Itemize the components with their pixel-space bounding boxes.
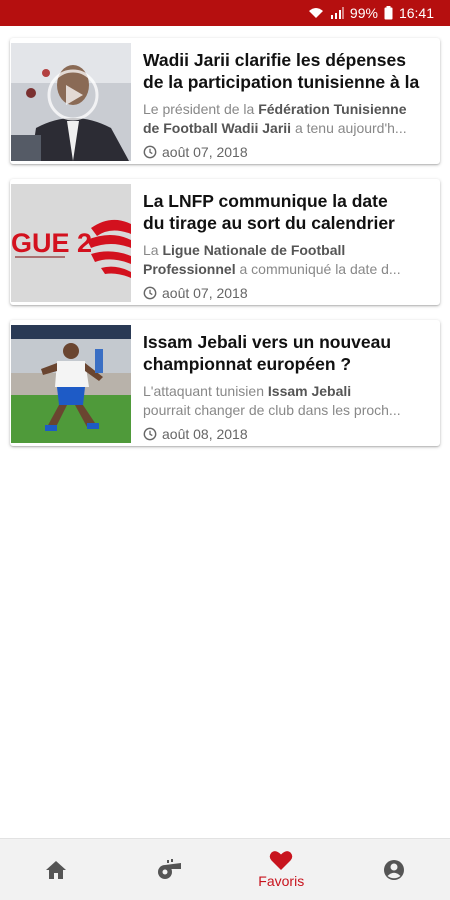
excerpt-highlight: Fédération Tunisienne [258,101,407,117]
date-text: août 07, 2018 [162,285,248,300]
article-card[interactable]: Issam Jebali vers un nouveau championnat… [10,320,440,446]
article-excerpt: Le président de la Fédération Tunisienne… [143,100,432,138]
article-title-line: Wadii Jarii clarifie les dépenses [143,50,406,70]
article-thumbnail: GUE 2 [11,184,131,302]
battery-percent: 99% [349,5,378,21]
excerpt-text: pourrait changer de club dans les proch.… [143,402,401,418]
clock-icon [143,286,157,300]
excerpt-highlight: Ligue Nationale de Football [162,242,346,258]
home-icon [46,860,67,879]
bottom-navigation: Favoris [0,838,450,900]
article-date: août 08, 2018 [143,426,432,441]
article-feed: Wadii Jarii clarifie les dépenses de la … [10,38,440,461]
excerpt-text: La [143,242,163,258]
article-title: Wadii Jarii clarifie les dépenses de la … [143,49,432,93]
article-title-line: du tirage au sort du calendrier [143,213,395,233]
article-title-line: Issam Jebali vers un nouveau [143,332,392,352]
date-text: août 08, 2018 [162,426,248,441]
nav-home[interactable] [0,839,113,900]
wifi-icon [308,7,324,19]
article-title-line: La LNFP communique la date [143,191,388,211]
article-thumbnail [11,325,131,443]
article-title-line: championnat européen ? [143,354,352,374]
excerpt-text: L'attaquant tunisien [143,383,268,399]
article-title-line: de la participation tunisienne à la [143,72,420,92]
nav-account[interactable] [338,839,450,900]
status-time: 16:41 [398,5,434,21]
nav-favorites-label: Favoris [258,873,305,889]
account-icon [383,859,404,880]
article-date: août 07, 2018 [143,144,432,159]
signal-icon [330,7,344,19]
excerpt-highlight: de Football Wadii Jarii [143,120,292,136]
whistle-icon [157,858,181,879]
article-excerpt: L'attaquant tunisien Issam Jebali pourra… [143,382,432,420]
clock-icon [143,145,157,159]
battery-icon [384,6,393,20]
article-title: Issam Jebali vers un nouveau championnat… [143,331,432,375]
clock-icon [143,427,157,441]
article-card[interactable]: GUE 2 La LNFP communique la date du tira… [10,179,440,305]
excerpt-text: a tenu aujourd'h... [291,120,407,136]
excerpt-text: a communiqué la date d... [235,261,401,277]
excerpt-highlight: Professionnel [143,261,236,277]
article-excerpt: La Ligue Nationale de Football Professio… [143,241,432,279]
article-title: La LNFP communique la date du tirage au … [143,190,432,234]
article-card[interactable]: Wadii Jarii clarifie les dépenses de la … [10,38,440,164]
nav-whistle[interactable] [113,839,226,900]
status-bar: 99% 16:41 [0,0,450,26]
article-date: août 07, 2018 [143,285,432,300]
excerpt-highlight: Issam Jebali [267,383,352,399]
nav-favorites[interactable]: Favoris [225,839,338,900]
article-thumbnail [11,43,131,161]
excerpt-text: Le président de la [143,101,259,117]
ligue-2-logo-text: GUE 2 [11,228,92,258]
date-text: août 07, 2018 [162,144,248,159]
heart-icon [270,851,293,870]
